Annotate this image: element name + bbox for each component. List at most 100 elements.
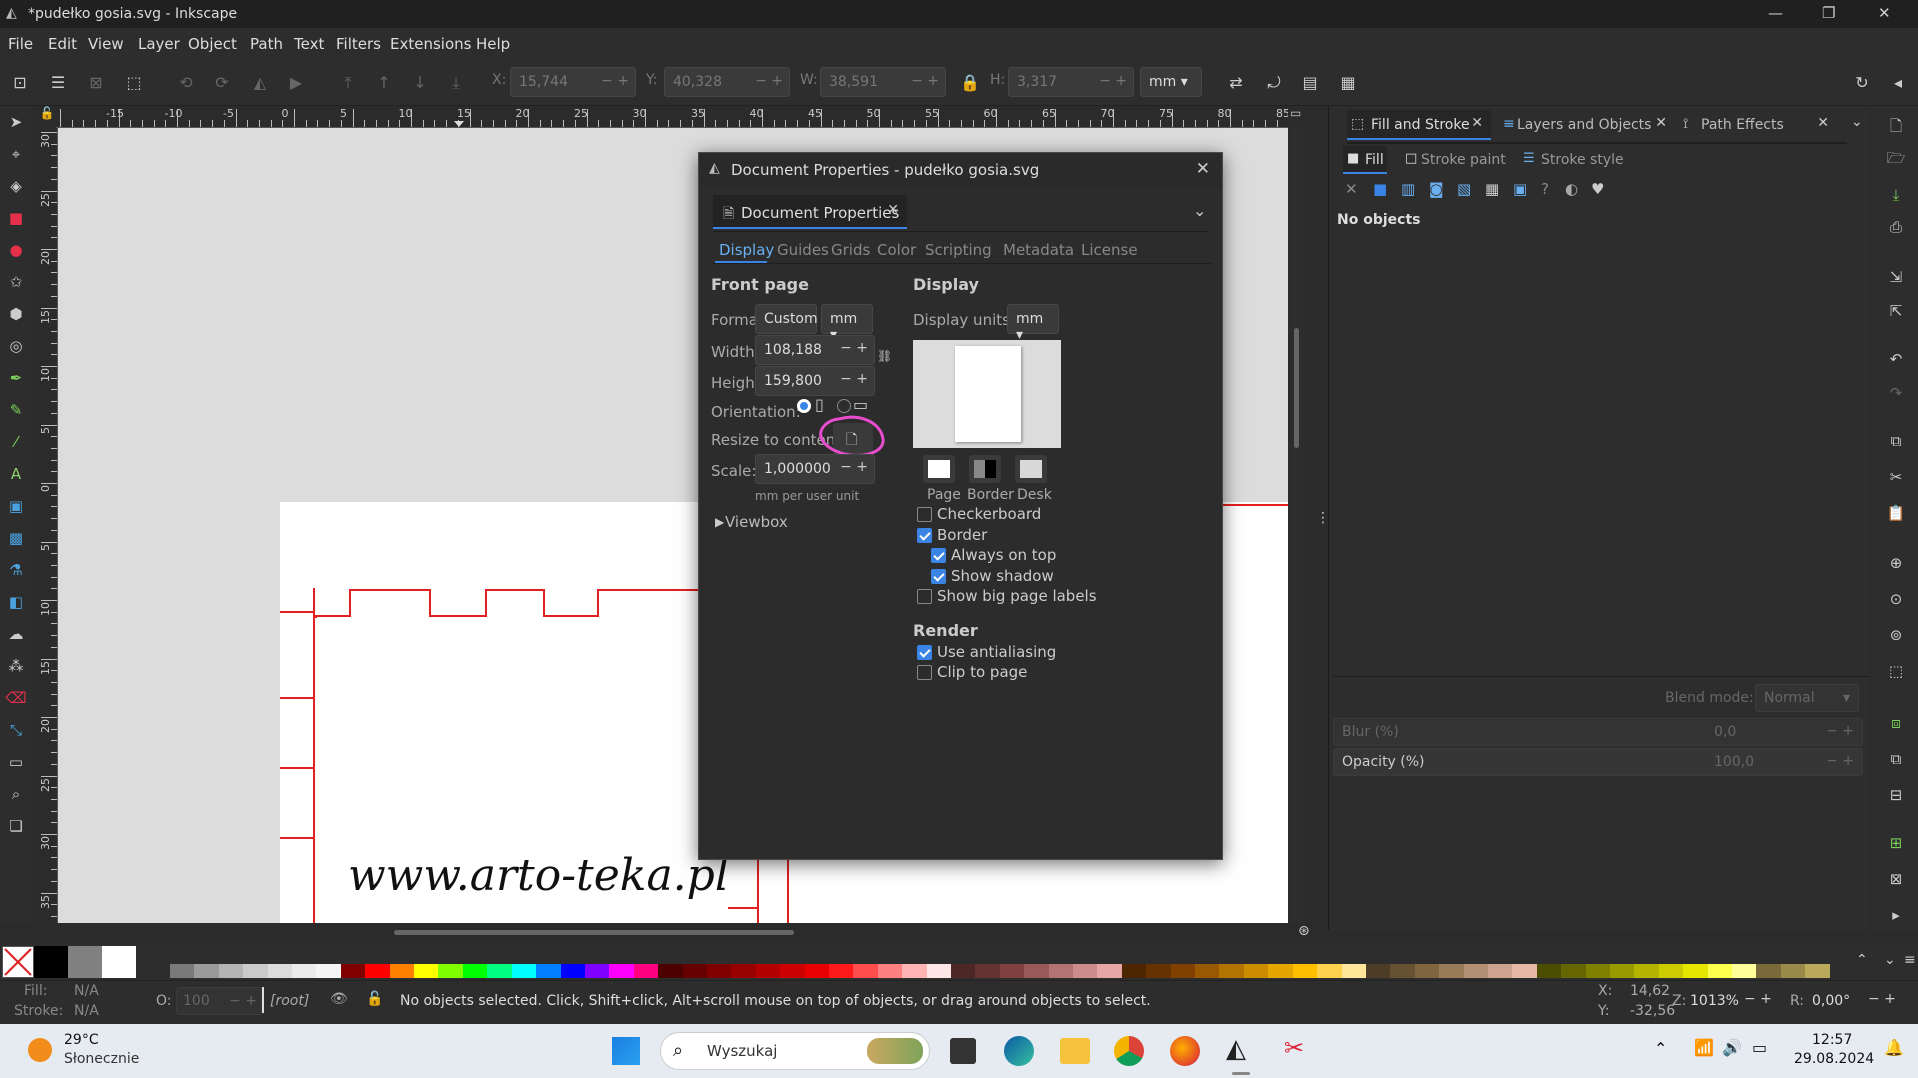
- duplicate-icon[interactable]: ⧈: [1884, 714, 1908, 738]
- redo-icon[interactable]: ↷: [1884, 384, 1908, 408]
- menu-help[interactable]: Help: [476, 35, 510, 53]
- open-icon[interactable]: 🗁: [1884, 148, 1908, 172]
- save-icon[interactable]: ⤓: [1884, 186, 1908, 210]
- palette-swatch[interactable]: [877, 964, 903, 978]
- select-same-icon[interactable]: ⬚: [120, 69, 148, 97]
- white-swatch[interactable]: [102, 946, 136, 978]
- edge-icon[interactable]: [1004, 1036, 1034, 1066]
- palette-swatch[interactable]: [243, 964, 268, 978]
- volume-icon[interactable]: 🔊: [1722, 1038, 1742, 1057]
- ellipse-tool-icon[interactable]: ●: [4, 238, 28, 262]
- zoom-value[interactable]: 1013%: [1690, 993, 1739, 1009]
- opacity-slider[interactable]: Opacity (%) 100,0 − +: [1333, 748, 1863, 776]
- scale-stroke-icon[interactable]: ⇄: [1222, 69, 1250, 97]
- mesh-tool-icon[interactable]: ▩: [4, 526, 28, 550]
- wifi-icon[interactable]: 📶: [1694, 1038, 1714, 1057]
- clock-date[interactable]: 29.08.2024: [1794, 1051, 1874, 1067]
- pages-tool-icon[interactable]: ❏: [4, 814, 28, 838]
- palette-swatch[interactable]: [609, 964, 634, 978]
- palette-swatch[interactable]: [389, 964, 415, 978]
- palette-up-icon[interactable]: ⌃: [1856, 952, 1868, 968]
- text-tool-icon[interactable]: A: [4, 462, 28, 486]
- temperature[interactable]: 29°C: [64, 1032, 99, 1048]
- unit-select[interactable]: mm ▾: [1140, 67, 1202, 97]
- menu-object[interactable]: Object: [188, 35, 237, 53]
- snap-menu-icon[interactable]: ◂: [1884, 69, 1912, 97]
- tab-guides[interactable]: Guides: [777, 241, 829, 259]
- palette-swatch[interactable]: [1756, 964, 1781, 978]
- close-icon[interactable]: ✕: [1878, 4, 1891, 22]
- new-document-icon[interactable]: 🗋: [1884, 116, 1908, 140]
- palette-swatch[interactable]: [1683, 964, 1708, 978]
- display-units-select[interactable]: mm ▾: [1007, 304, 1059, 343]
- dialog-close-icon[interactable]: ✕: [1196, 159, 1210, 179]
- palette-swatch[interactable]: [1463, 964, 1488, 978]
- lock-icon[interactable]: 🔒: [956, 69, 984, 97]
- palette-swatch[interactable]: [1585, 964, 1610, 978]
- start-icon[interactable]: [612, 1037, 640, 1065]
- palette-swatch[interactable]: [1219, 964, 1244, 978]
- palette-swatch[interactable]: [584, 964, 610, 978]
- menu-text[interactable]: Text: [294, 35, 324, 53]
- clone-icon[interactable]: ⧉: [1884, 750, 1908, 774]
- palette-swatch[interactable]: [340, 964, 366, 978]
- rotate-ccw-icon[interactable]: ⟲: [172, 69, 200, 97]
- palette-swatch[interactable]: [194, 964, 219, 978]
- border-color-button[interactable]: [969, 455, 1001, 483]
- shape-builder-icon[interactable]: ◈: [4, 174, 28, 198]
- palette-swatch[interactable]: [1097, 964, 1122, 978]
- palette-swatch[interactable]: [1292, 964, 1318, 978]
- palette-swatch[interactable]: [170, 964, 195, 978]
- zoom-width-icon[interactable]: ⬚: [1884, 662, 1908, 686]
- palette-swatch[interactable]: [975, 964, 1000, 978]
- menu-layer[interactable]: Layer: [138, 35, 180, 53]
- width-field[interactable]: 108,188− +: [755, 335, 875, 365]
- palette-swatch[interactable]: [926, 964, 951, 978]
- unlink-clone-icon[interactable]: ⊟: [1884, 786, 1908, 810]
- deselect-icon[interactable]: ⊠: [82, 69, 110, 97]
- palette-swatch[interactable]: [1390, 964, 1415, 978]
- palette-swatch[interactable]: [1048, 964, 1074, 978]
- palette-swatch[interactable]: [316, 964, 341, 978]
- palette-swatch[interactable]: [438, 964, 463, 978]
- spiral-tool-icon[interactable]: ◎: [4, 334, 28, 358]
- viewbox-expander[interactable]: Viewbox: [725, 513, 788, 531]
- copy-icon[interactable]: ⧉: [1884, 432, 1908, 456]
- tab-metadata[interactable]: Metadata: [1003, 241, 1074, 259]
- rectangle-tool-icon[interactable]: ■: [4, 206, 28, 230]
- flat-color-icon[interactable]: ■: [1373, 180, 1387, 198]
- palette-swatch[interactable]: [951, 964, 976, 978]
- y-field[interactable]: 40,328− +: [664, 67, 790, 97]
- palette-swatch[interactable]: [804, 964, 829, 978]
- scale-corners-icon[interactable]: ⤾: [1260, 69, 1288, 97]
- zoom-drawing-icon[interactable]: ⊙: [1884, 590, 1908, 614]
- palette-swatch[interactable]: [1268, 964, 1293, 978]
- group-icon[interactable]: ⊞: [1884, 834, 1908, 858]
- palette-swatch[interactable]: [1146, 964, 1171, 978]
- star-tool-icon[interactable]: ✩: [4, 270, 28, 294]
- fill-rule-evenodd-icon[interactable]: ◐: [1565, 180, 1578, 198]
- menu-view[interactable]: View: [88, 35, 124, 53]
- selector-tool-icon[interactable]: ➤: [4, 110, 28, 134]
- ungroup-icon[interactable]: ⊠: [1884, 870, 1908, 894]
- firefox-icon[interactable]: [1170, 1036, 1200, 1066]
- zoom-page-icon[interactable]: ⊚: [1884, 626, 1908, 650]
- tab-scripting[interactable]: Scripting: [925, 241, 992, 259]
- rotation-stepper[interactable]: − +: [1868, 991, 1896, 1007]
- raise-to-top-icon[interactable]: ⤒: [334, 69, 362, 97]
- rotate-cw-icon[interactable]: ⟳: [208, 69, 236, 97]
- battery-icon[interactable]: ▭: [1752, 1038, 1767, 1057]
- palette-swatch[interactable]: [1073, 964, 1098, 978]
- palette-swatch[interactable]: [267, 964, 293, 978]
- palette-swatch[interactable]: [1536, 964, 1562, 978]
- palette-swatch[interactable]: [1609, 964, 1635, 978]
- tab-fill-and-stroke[interactable]: ⬚ Fill and Stroke ✕: [1347, 110, 1491, 140]
- restore-icon[interactable]: ❐: [1822, 4, 1835, 22]
- print-icon[interactable]: ⎙: [1884, 218, 1908, 242]
- lower-icon[interactable]: ↓: [406, 69, 434, 97]
- snipping-tool-icon[interactable]: ✂: [1284, 1034, 1304, 1062]
- palette-swatch[interactable]: [1414, 964, 1440, 978]
- move-patterns-icon[interactable]: ▦: [1334, 69, 1362, 97]
- current-layer[interactable]: [root]: [270, 993, 309, 1009]
- tab-grids[interactable]: Grids: [831, 241, 870, 259]
